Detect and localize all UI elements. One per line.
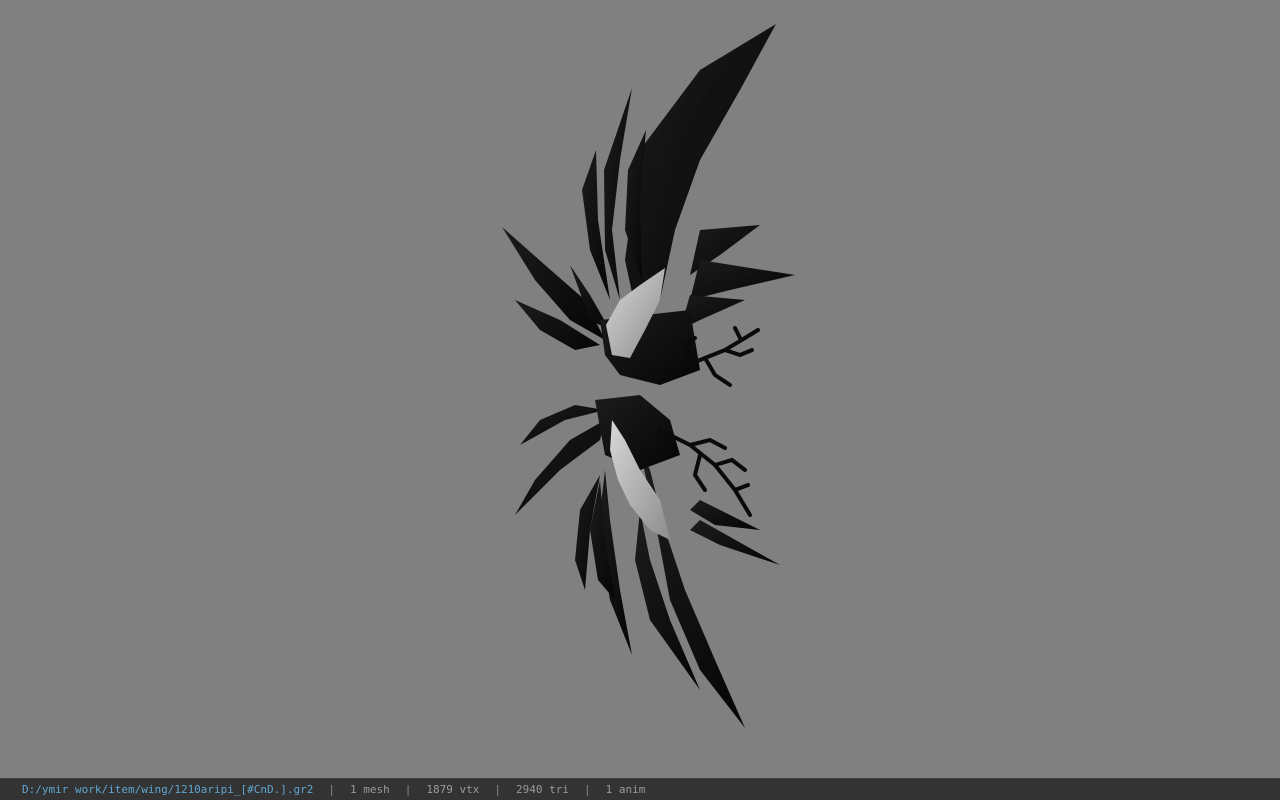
status-separator: | xyxy=(404,783,412,796)
3d-viewport[interactable] xyxy=(0,0,1280,778)
lower-wing xyxy=(515,395,780,728)
anim-count-label: 1 anim xyxy=(605,783,646,796)
file-path-label: D:/ymir work/item/wing/1210aripi_[#CnD.]… xyxy=(22,783,314,796)
status-separator: | xyxy=(328,783,336,796)
status-bar: D:/ymir work/item/wing/1210aripi_[#CnD.]… xyxy=(0,778,1280,800)
status-separator: | xyxy=(494,783,502,796)
status-separator: | xyxy=(584,783,591,796)
upper-wing xyxy=(502,24,795,385)
vertex-count-label: 1879 vtx xyxy=(426,783,480,796)
triangle-count-label: 2940 tri xyxy=(516,783,569,796)
wing-model[interactable] xyxy=(0,0,1280,778)
mesh-count-label: 1 mesh xyxy=(350,783,390,796)
